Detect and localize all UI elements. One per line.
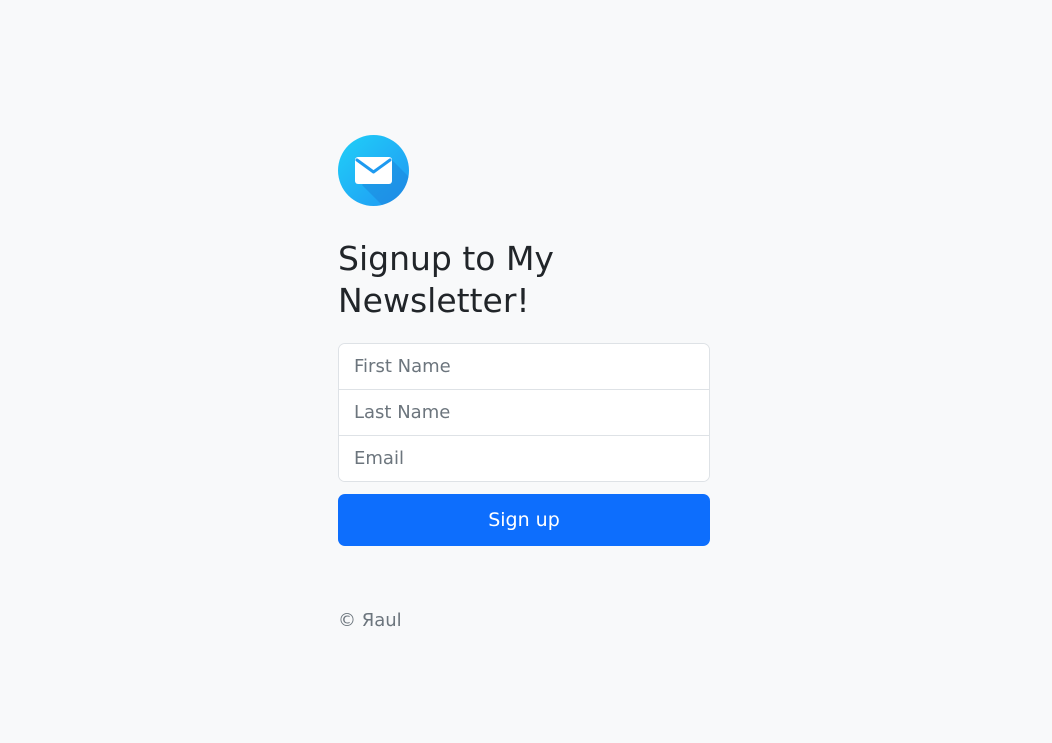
last-name-input[interactable]: [339, 389, 709, 435]
signup-button[interactable]: Sign up: [338, 494, 710, 546]
email-input[interactable]: [339, 435, 709, 481]
input-group: [338, 343, 710, 482]
signup-form-container: Signup to My Newsletter! Sign up © Яaul: [338, 135, 710, 649]
page-title: Signup to My Newsletter!: [338, 239, 554, 320]
copyright-text: © Яaul: [338, 610, 402, 631]
first-name-input[interactable]: [339, 344, 709, 389]
newsletter-form: Sign up: [338, 343, 710, 546]
envelope-icon: [338, 135, 409, 206]
